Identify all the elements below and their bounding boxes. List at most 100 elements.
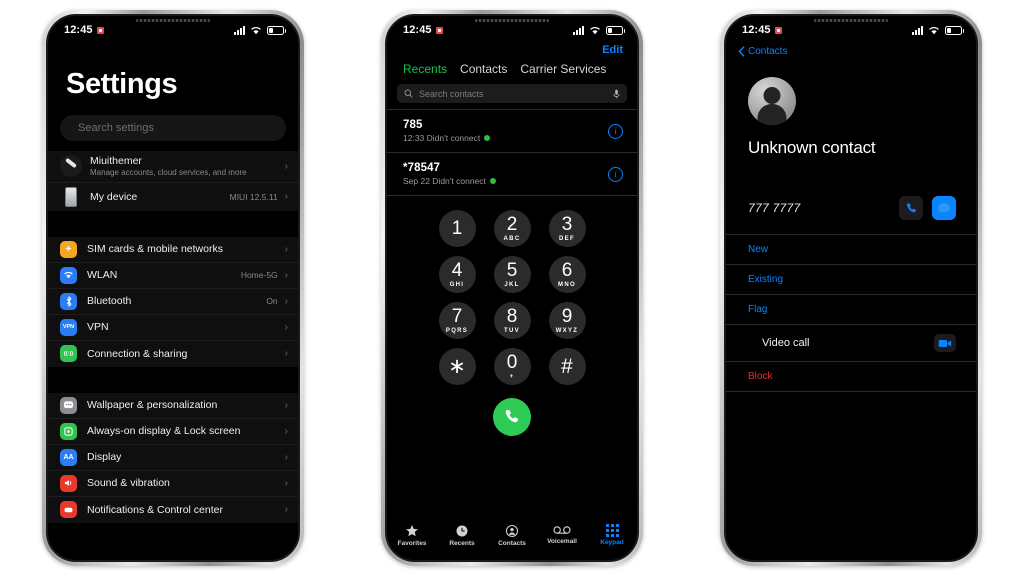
contact-phone-number[interactable]: 777 7777 [748, 201, 890, 215]
dialpad-key-0[interactable]: 0 + [493, 348, 531, 385]
sim-indicator-icon [484, 135, 491, 141]
settings-row-display[interactable]: AA Display › [48, 445, 298, 471]
settings-row-my-device[interactable]: My device MIUI 12.5.11 › [48, 183, 298, 211]
microphone-icon[interactable] [613, 89, 620, 99]
bluetooth-icon [60, 292, 77, 310]
screen-settings: 12:45 Settings Search settings Miuitheme… [48, 16, 298, 560]
call-meta: Sep 22 Didn't connect [403, 176, 486, 186]
video-call-button[interactable] [934, 334, 956, 352]
settings-row-wlan[interactable]: WLAN Home-5G › [48, 263, 298, 289]
contact-row-existing[interactable]: Existing [726, 264, 976, 294]
settings-row-label: Connection & sharing [87, 347, 188, 360]
message-button[interactable] [932, 196, 956, 220]
tabbar-item-keypad[interactable]: Keypad [587, 524, 637, 546]
settings-row-label: VPN [87, 321, 109, 333]
record-indicator-icon [435, 26, 443, 34]
search-settings-input[interactable]: Search settings [60, 115, 286, 141]
dialpad-key-3[interactable]: 3 DEF [548, 210, 586, 247]
unknown-person-avatar [748, 77, 796, 125]
dialpad-key-2[interactable]: 2 ABC [493, 210, 531, 247]
record-indicator-icon [774, 26, 782, 34]
row-label: Block [748, 371, 773, 382]
tabbar-item-recents[interactable]: Recents [437, 524, 487, 547]
settings-row-value: Home-5G [240, 270, 278, 280]
tabbar-label: Contacts [498, 540, 526, 547]
back-button[interactable]: Contacts [726, 38, 976, 57]
key-letters: GHI [449, 282, 465, 288]
settings-row-notifications[interactable]: Notifications & Control center › [48, 497, 298, 523]
settings-row-label: Display [87, 451, 122, 463]
device-icon [65, 186, 77, 207]
connection-sharing-icon: ((·)) [60, 345, 77, 362]
settings-row-always-on-display[interactable]: Always-on display & Lock screen › [48, 419, 298, 445]
dialpad-key-4[interactable]: 4 GHI [438, 256, 476, 293]
chevron-right-icon: › [284, 504, 288, 515]
settings-row-sound-vibration[interactable]: Sound & vibration › [48, 471, 298, 497]
contact-row-block[interactable]: Block [726, 361, 976, 391]
key-letters: JKL [504, 282, 520, 288]
call-handset-icon [906, 202, 916, 212]
keypad-icon [605, 524, 619, 537]
search-icon [404, 89, 413, 98]
contact-list-bottom-divider [726, 391, 976, 392]
dialpad-key-8[interactable]: 8 TUV [493, 302, 531, 339]
info-icon[interactable]: i [608, 123, 623, 139]
edit-button[interactable]: Edit [387, 38, 637, 56]
settings-row-value: MIUI 12.5.11 [229, 191, 278, 202]
contact-name: Unknown contact [748, 138, 876, 157]
phone-device-dialer: 12:45 Edit Recents Contacts Carrier Serv… [381, 10, 643, 566]
call-number: 785 [403, 119, 423, 131]
vpn-icon: VPN [60, 318, 77, 336]
notifications-icon [60, 501, 77, 518]
contact-row-new[interactable]: New [726, 234, 976, 264]
video-camera-icon [938, 339, 952, 347]
call-meta: 12:33 Didn't connect [403, 133, 481, 143]
key-digit: 8 [506, 306, 518, 327]
dialpad-key-7[interactable]: 7 PQRS [438, 302, 476, 339]
settings-row-wallpaper[interactable]: Wallpaper & personalization › [48, 393, 298, 419]
dialpad-key-5[interactable]: 5 JKL [493, 256, 531, 293]
key-digit: 2 [506, 214, 518, 235]
settings-row-sim-cards[interactable]: ✈ SIM cards & mobile networks › [48, 237, 298, 263]
signal-bars-icon [234, 25, 245, 35]
wifi-icon [251, 26, 261, 34]
settings-row-vpn[interactable]: VPN VPN › [48, 315, 298, 341]
key-letters: TUV [504, 328, 520, 334]
tab-contacts[interactable]: Contacts [460, 62, 507, 76]
wifi-icon [929, 26, 939, 34]
call-button[interactable] [899, 196, 923, 220]
tabbar-item-contacts[interactable]: Contacts [487, 524, 537, 547]
settings-row-miuithemer[interactable]: Miuithemer Manage accounts, cloud servic… [48, 151, 298, 183]
call-button[interactable] [493, 398, 531, 436]
settings-row-label: Always-on display & Lock screen [87, 425, 241, 437]
tabbar-item-voicemail[interactable]: Voicemail [537, 524, 587, 545]
screenshot-stage: 12:45 Settings Search settings Miuitheme… [0, 0, 1024, 576]
settings-row-label: Bluetooth [87, 295, 132, 307]
settings-row-bluetooth[interactable]: Bluetooth On › [48, 289, 298, 315]
person-circle-icon [505, 524, 519, 538]
contact-row-flag[interactable]: Flag [726, 294, 976, 324]
key-letters: PQRS [445, 328, 469, 334]
info-icon[interactable]: i [608, 166, 623, 182]
dialpad-key-6[interactable]: 6 MNO [548, 256, 586, 293]
contact-row-video-call[interactable]: Video call [726, 324, 976, 361]
key-digit: 4 [451, 260, 463, 281]
tab-recents[interactable]: Recents [403, 62, 447, 76]
voicemail-icon [553, 526, 571, 534]
tabbar-item-favorites[interactable]: Favorites [387, 524, 437, 547]
call-list-item[interactable]: *78547 Sep 22 Didn't connect i [387, 153, 637, 196]
dialpad-key-9[interactable]: 9 WXYZ [548, 302, 586, 339]
dialpad-key-star[interactable]: ∗ [438, 348, 476, 385]
settings-row-connection-sharing[interactable]: ((·)) Connection & sharing › [48, 341, 298, 367]
tab-carrier-services[interactable]: Carrier Services [520, 62, 606, 76]
page-title: Settings [66, 68, 178, 100]
star-icon [406, 525, 418, 537]
key-letters: DEF [559, 236, 575, 242]
dialpad-key-1[interactable]: 1 [438, 210, 476, 247]
search-contacts-input[interactable]: Search contacts [397, 84, 627, 103]
settings-row-label: SIM cards & mobile networks [87, 243, 223, 255]
dialpad-key-hash[interactable]: # [548, 348, 586, 385]
chevron-right-icon: › [284, 451, 288, 463]
earpiece-speaker [475, 19, 549, 22]
call-list-item[interactable]: 785 12:33 Didn't connect i [387, 110, 637, 153]
